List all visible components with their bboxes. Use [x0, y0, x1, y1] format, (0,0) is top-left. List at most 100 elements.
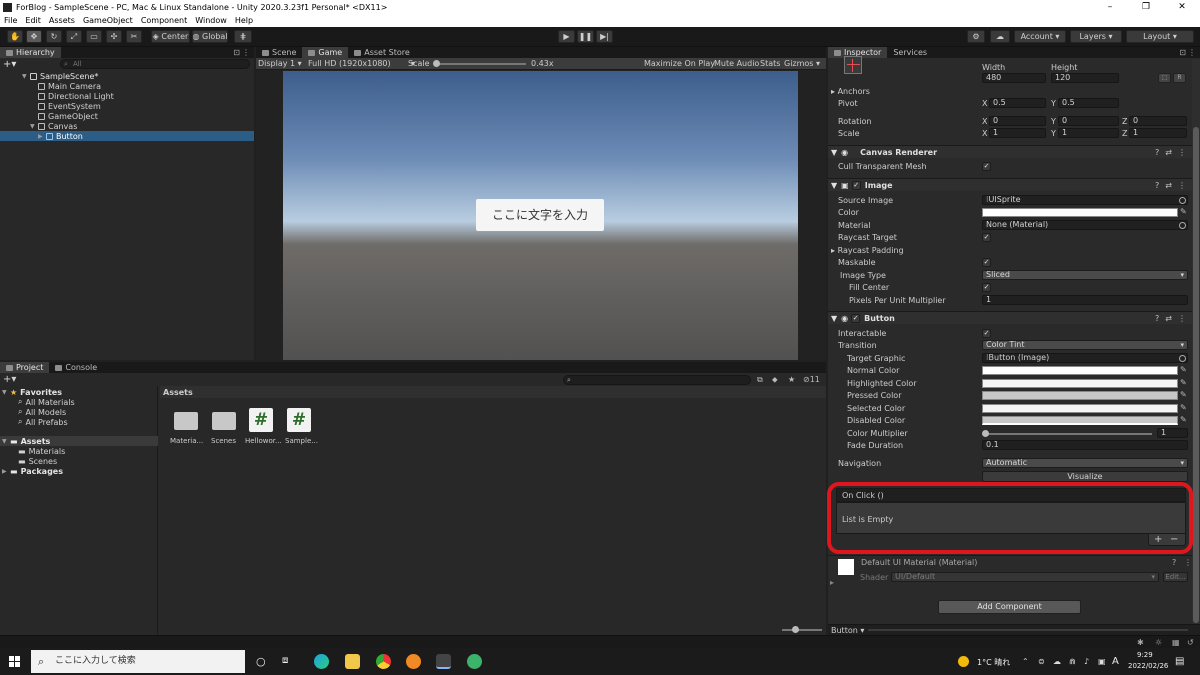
expand-arrow-icon[interactable]: ▼	[2, 389, 10, 396]
pivot-global-toggle[interactable]: ◍ Global	[192, 30, 228, 43]
help-icon[interactable]: ?	[1155, 181, 1159, 190]
tab-hierarchy[interactable]: Hierarchy	[0, 47, 61, 58]
add-component-button[interactable]: Add Component	[938, 600, 1081, 614]
ppu-field[interactable]: 1	[982, 295, 1188, 305]
button-enabled-checkbox[interactable]: ✓	[851, 313, 861, 323]
rotation-z-field[interactable]: 0	[1129, 116, 1187, 126]
step-button[interactable]: ▶|	[596, 30, 613, 43]
pause-button[interactable]: ❚❚	[577, 30, 594, 43]
kebab-menu-icon[interactable]: ⋮	[1178, 314, 1186, 323]
taskbar-search-input[interactable]: ⌕ ここに入力して検索	[31, 650, 245, 673]
pressed-color-swatch[interactable]	[982, 391, 1178, 400]
cache-icon[interactable]: ▦	[1172, 638, 1180, 647]
pivot-x-field[interactable]: 0.5	[989, 98, 1046, 108]
visualize-button[interactable]: Visualize	[982, 471, 1188, 482]
move-tool-icon[interactable]: ✥	[26, 30, 42, 43]
image-header[interactable]: ▼ ▣ ✓ Image ? ⇄ ⋮	[828, 178, 1192, 191]
layout-dropdown[interactable]: Layout ▾	[1126, 30, 1194, 43]
resolution-dropdown[interactable]: Full HD (1920x1080) ▾	[308, 59, 415, 68]
wifi-icon[interactable]: ⋒	[1069, 657, 1076, 666]
list-item-selected[interactable]: ▶ Button	[0, 131, 254, 141]
image-enabled-checkbox[interactable]: ✓	[851, 180, 861, 190]
tab-services[interactable]: Services	[887, 47, 933, 58]
list-item[interactable]: ▬ Scenes	[0, 456, 57, 466]
maskable-checkbox[interactable]: ✓	[982, 258, 991, 267]
menu-gameobject[interactable]: GameObject	[83, 16, 133, 25]
preset-icon[interactable]: ⇄	[1165, 181, 1172, 190]
preview-drag-bar[interactable]	[868, 629, 1188, 631]
filter-type-icon[interactable]: ⧉	[757, 375, 763, 385]
cull-mesh-checkbox[interactable]: ✓	[982, 162, 991, 171]
icon-size-slider[interactable]	[782, 629, 822, 631]
custom-tool-icon[interactable]: ✂	[126, 30, 142, 43]
clock-date[interactable]: 2022/02/26	[1128, 662, 1168, 670]
expand-arrow-icon[interactable]: ▼	[22, 73, 30, 80]
collapse-arrow-icon[interactable]: ▶	[38, 133, 46, 140]
expand-arrow-icon[interactable]: ▸	[830, 578, 834, 587]
list-item[interactable]: Main Camera	[0, 81, 254, 91]
list-item[interactable]: ▼ SampleScene*	[0, 71, 254, 81]
rotation-y-field[interactable]: 0	[1058, 116, 1119, 126]
lock-icon[interactable]: ⊡	[1179, 48, 1186, 57]
disabled-color-swatch[interactable]	[982, 416, 1178, 425]
button-header[interactable]: ▼ ◉ ✓ Button ? ⇄ ⋮	[828, 311, 1192, 324]
account-dropdown[interactable]: Account ▾	[1014, 30, 1066, 43]
list-item[interactable]: ▬ Materials	[0, 446, 65, 456]
volume-icon[interactable]: ♪	[1084, 657, 1089, 666]
kebab-menu-icon[interactable]: ⋮	[242, 48, 250, 57]
source-image-field[interactable]: ⁝UISprite	[982, 195, 1188, 205]
scale-slider-handle[interactable]	[433, 60, 440, 67]
menu-edit[interactable]: Edit	[25, 16, 41, 25]
expand-arrow-icon[interactable]: ▼	[831, 181, 837, 190]
raycast-target-checkbox[interactable]: ✓	[982, 233, 991, 242]
stats-toggle[interactable]: Stats	[760, 59, 780, 68]
image-type-dropdown[interactable]: Sliced	[982, 270, 1188, 280]
asset-tile[interactable]: Scenes	[208, 408, 242, 454]
minimize-button[interactable]: –	[1092, 0, 1128, 14]
menu-window[interactable]: Window	[195, 16, 227, 25]
menu-component[interactable]: Component	[141, 16, 187, 25]
favorite-star-icon[interactable]: ★	[788, 375, 795, 384]
fade-duration-field[interactable]: 0.1	[982, 440, 1188, 450]
scale-x-field[interactable]: 1	[989, 128, 1046, 138]
color-multiplier-slider[interactable]	[986, 433, 1152, 435]
tab-asset-store[interactable]: Asset Store	[348, 47, 416, 58]
scale-tool-icon[interactable]: ⤢	[66, 30, 82, 43]
create-asset-button[interactable]: +▾	[3, 374, 16, 385]
kebab-menu-icon[interactable]: ⋮	[1178, 148, 1186, 157]
maximize-on-play-toggle[interactable]: Maximize On Play	[644, 59, 715, 68]
cloud-icon[interactable]: ☁	[990, 30, 1010, 43]
file-explorer-icon[interactable]	[345, 654, 360, 669]
icon-size-slider-handle[interactable]	[792, 626, 799, 633]
brave-icon[interactable]	[406, 654, 421, 669]
add-object-button[interactable]: +▾	[3, 59, 16, 70]
app-icon[interactable]	[467, 654, 482, 669]
ime-indicator[interactable]: A	[1112, 656, 1119, 667]
menu-assets[interactable]: Assets	[49, 16, 75, 25]
ui-button-preview[interactable]: ここに文字を入力	[476, 199, 604, 231]
inspector-scrollbar[interactable]	[1192, 59, 1200, 635]
windows-start-icon[interactable]	[9, 656, 20, 667]
selected-color-swatch[interactable]	[982, 404, 1178, 413]
eyedropper-icon[interactable]: ✎	[1180, 390, 1187, 399]
raycast-padding-foldout[interactable]: ▸ Raycast Padding	[831, 246, 904, 255]
tab-game[interactable]: Game	[302, 47, 349, 58]
anchor-preset-icon[interactable]	[844, 56, 862, 74]
refresh-icon[interactable]: ↺	[1187, 638, 1194, 647]
pivot-y-field[interactable]: 0.5	[1058, 98, 1119, 108]
breadcrumb-assets[interactable]: Assets	[163, 388, 193, 397]
tab-console[interactable]: Console	[49, 362, 103, 373]
help-icon[interactable]: ?	[1155, 148, 1159, 157]
list-item[interactable]: ⌕ All Prefabs	[0, 417, 68, 427]
shader-edit-button[interactable]: Edit...	[1163, 572, 1188, 582]
preset-icon[interactable]: ⇄	[1165, 148, 1172, 157]
mute-audio-toggle[interactable]: Mute Audio	[714, 59, 759, 68]
lock-icon[interactable]: ⊡	[233, 48, 240, 57]
list-item[interactable]: ⌕ All Materials	[0, 397, 75, 407]
kebab-menu-icon[interactable]: ⋮	[1178, 181, 1186, 190]
target-graphic-field[interactable]: ⁝Button (Image)	[982, 353, 1188, 363]
expand-arrow-icon[interactable]: ▼	[831, 148, 837, 157]
scale-y-field[interactable]: 1	[1058, 128, 1119, 138]
color-swatch[interactable]	[982, 208, 1178, 217]
scale-z-field[interactable]: 1	[1129, 128, 1187, 138]
